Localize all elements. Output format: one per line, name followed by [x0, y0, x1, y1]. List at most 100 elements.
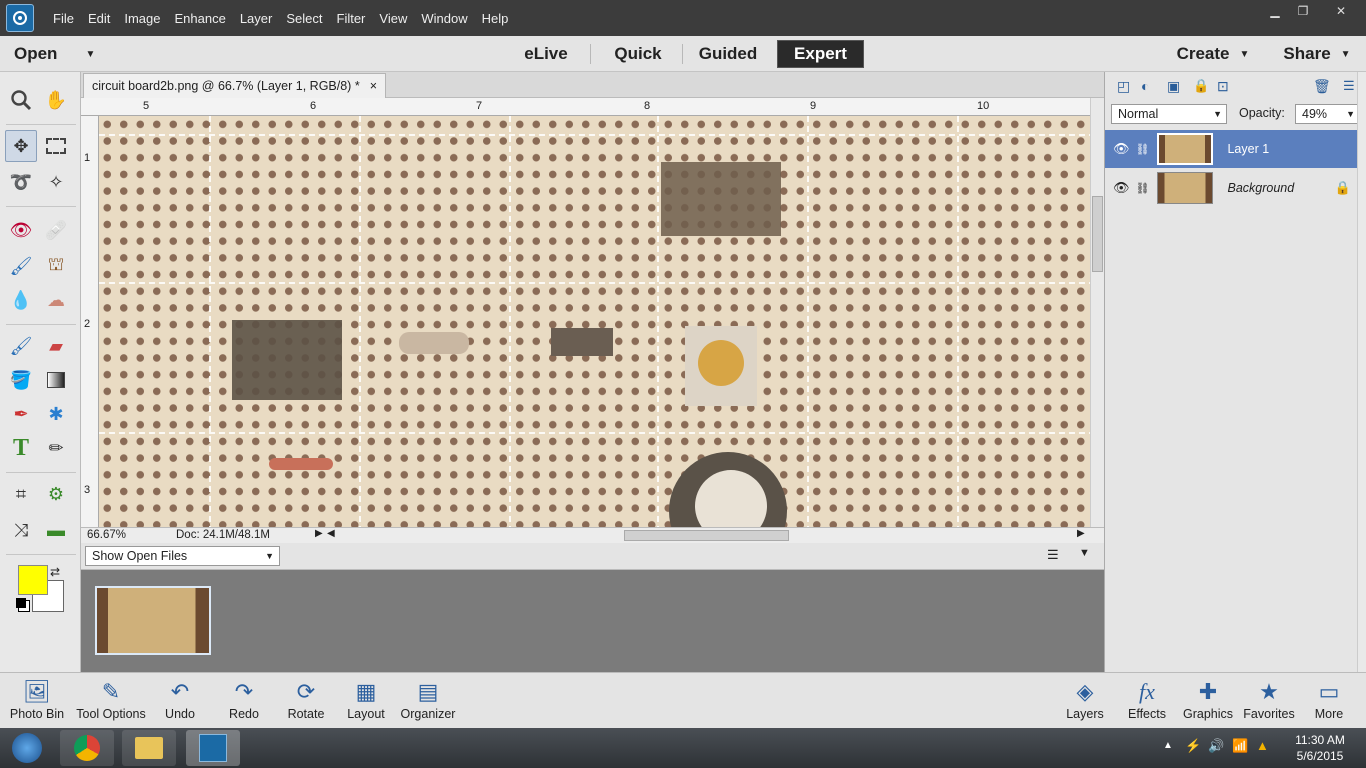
move-tool-icon[interactable]: ✥	[5, 130, 37, 162]
menu-help[interactable]: Help	[475, 11, 516, 26]
scroll-left-icon[interactable]: ◀	[327, 528, 335, 539]
type-tool-icon[interactable]: T	[5, 432, 37, 464]
chrome-icon[interactable]	[60, 730, 114, 766]
menu-edit[interactable]: Edit	[81, 11, 117, 26]
blur-tool-icon[interactable]: 💧	[5, 284, 37, 316]
windows-start-icon[interactable]	[4, 730, 50, 766]
bin-menu-icon[interactable]: ☰	[1047, 547, 1059, 563]
rotate-button[interactable]: ⟳ Rotate	[282, 677, 330, 727]
visibility-eye-icon[interactable]: 👁	[1113, 180, 1130, 196]
red-eye-tool-icon[interactable]: 👁	[5, 214, 37, 246]
menu-enhance[interactable]: Enhance	[168, 11, 233, 26]
restore-button[interactable]: ❐	[1289, 2, 1317, 20]
menu-view[interactable]: View	[372, 11, 414, 26]
new-layer-icon[interactable]: ◰	[1117, 78, 1130, 95]
favorites-button[interactable]: ★ Favorites	[1242, 677, 1296, 727]
tool-options-button[interactable]: ✎ Tool Options	[72, 677, 150, 727]
layer-name[interactable]: Layer 1	[1227, 142, 1269, 156]
mode-expert[interactable]: Expert	[777, 40, 864, 68]
brush-tool-icon[interactable]: 🖌	[5, 330, 37, 362]
create-button[interactable]: Create ▼	[1168, 40, 1258, 68]
collapse-bin-icon[interactable]: ▼	[1079, 547, 1090, 559]
magic-wand-tool-icon[interactable]: ✧	[40, 166, 72, 198]
sponge-tool-icon[interactable]: ☁	[40, 284, 72, 316]
eyedropper-tool-icon[interactable]: ✒	[5, 398, 37, 430]
show-open-files-select[interactable]: Show Open Files ▼	[85, 546, 280, 566]
vertical-scrollbar[interactable]	[1090, 98, 1104, 527]
marquee-tool-icon[interactable]	[40, 130, 72, 162]
scroll-right-icon[interactable]: ▶	[1077, 528, 1085, 539]
minimize-button[interactable]: ▁	[1261, 2, 1289, 20]
smart-brush-tool-icon[interactable]: 🖌	[5, 250, 37, 282]
more-button[interactable]: ▭ More	[1306, 677, 1352, 727]
scroll-thumb[interactable]	[1092, 196, 1103, 272]
content-aware-move-tool-icon[interactable]: ⤨	[5, 514, 37, 546]
open-button[interactable]: Open ▼	[14, 40, 104, 68]
straighten-tool-icon[interactable]: ▬	[40, 514, 72, 546]
zoom-value[interactable]: 66.67%	[87, 529, 126, 541]
menu-layer[interactable]: Layer	[233, 11, 280, 26]
undo-button[interactable]: ↶ Undo	[156, 677, 204, 727]
photo-bin-button[interactable]: 🖼 Photo Bin	[6, 677, 68, 727]
layer-mask-icon[interactable]: ▣	[1167, 78, 1180, 95]
show-hidden-icons-icon[interactable]: ▲	[1163, 740, 1173, 751]
gradient-tool-icon[interactable]	[40, 364, 72, 396]
graphics-button[interactable]: ✚ Graphics	[1182, 677, 1234, 727]
clone-stamp-tool-icon[interactable]: ⛫	[40, 250, 72, 282]
photoshop-elements-taskbar-icon[interactable]	[186, 730, 240, 766]
network-icon[interactable]: 📶	[1232, 738, 1248, 754]
layer-row-layer1[interactable]: 👁 ⛓ Layer 1	[1105, 130, 1357, 168]
recompose-tool-icon[interactable]: ⚙	[40, 478, 72, 510]
redo-button[interactable]: ↷ Redo	[220, 677, 268, 727]
default-colors-icon[interactable]	[16, 598, 26, 608]
foreground-color-swatch[interactable]	[18, 565, 48, 595]
layer-name[interactable]: Background	[1227, 181, 1294, 195]
clock[interactable]: 11:30 AM 5/6/2015	[1280, 732, 1360, 764]
layers-button[interactable]: ◈ Layers	[1062, 677, 1108, 727]
lasso-tool-icon[interactable]: ➰	[5, 166, 37, 198]
close-tab-icon[interactable]: ×	[370, 79, 377, 93]
crop-tool-icon[interactable]: ⌗	[5, 478, 37, 510]
menu-file[interactable]: File	[46, 11, 81, 26]
custom-shape-tool-icon[interactable]: ✱	[40, 398, 72, 430]
link-icon[interactable]: ⛓	[1136, 182, 1150, 195]
play-icon[interactable]: ▶	[315, 528, 323, 539]
drive-icon[interactable]: ▲	[1256, 738, 1269, 753]
close-button[interactable]: ✕	[1322, 2, 1360, 20]
panel-menu-icon[interactable]: ☰	[1343, 78, 1355, 94]
image-canvas[interactable]	[99, 116, 1090, 527]
adjustment-layer-icon[interactable]: ◐	[1141, 78, 1149, 94]
swap-colors-icon[interactable]: ⇄	[50, 565, 60, 579]
document-tab[interactable]: circuit board2b.png @ 66.7% (Layer 1, RG…	[83, 73, 386, 98]
organizer-button[interactable]: ▤ Organizer	[398, 677, 458, 727]
menu-select[interactable]: Select	[279, 11, 329, 26]
lock-transparency-icon[interactable]: ⊡	[1217, 78, 1229, 95]
pencil-tool-icon[interactable]: ✏	[40, 432, 72, 464]
eraser-tool-icon[interactable]: ▰	[40, 330, 72, 362]
menu-filter[interactable]: Filter	[330, 11, 373, 26]
share-button[interactable]: Share ▼	[1270, 40, 1364, 68]
layers-scrollbar[interactable]	[1357, 72, 1366, 672]
link-icon[interactable]: ⛓	[1136, 143, 1150, 156]
open-file-thumbnail[interactable]	[95, 586, 211, 655]
blend-mode-select[interactable]: Normal ▼	[1111, 104, 1227, 124]
volume-icon[interactable]: 🔊	[1208, 738, 1224, 754]
file-explorer-icon[interactable]	[122, 730, 176, 766]
trash-icon[interactable]: 🗑	[1313, 78, 1331, 95]
lock-icon[interactable]: 🔒	[1193, 78, 1209, 94]
menu-image[interactable]: Image	[117, 11, 167, 26]
menu-window[interactable]: Window	[414, 11, 474, 26]
paint-bucket-tool-icon[interactable]: 🪣	[5, 364, 37, 396]
horizontal-scroll-thumb[interactable]	[624, 530, 789, 541]
zoom-tool-icon[interactable]	[5, 84, 37, 116]
hand-tool-icon[interactable]: ✋	[40, 84, 72, 116]
power-icon[interactable]: ⚡	[1185, 738, 1201, 754]
spot-healing-tool-icon[interactable]: 🩹	[40, 214, 72, 246]
layout-button[interactable]: ▦ Layout	[342, 677, 390, 727]
mode-guided[interactable]: Guided	[688, 40, 768, 68]
layer-row-background[interactable]: 👁 ⛓ Background 🔒	[1105, 169, 1357, 207]
mode-quick[interactable]: Quick	[598, 40, 678, 68]
visibility-eye-icon[interactable]: 👁	[1113, 141, 1130, 157]
mode-elive[interactable]: eLive	[506, 40, 586, 68]
opacity-input[interactable]: 49% ▼	[1295, 104, 1359, 124]
